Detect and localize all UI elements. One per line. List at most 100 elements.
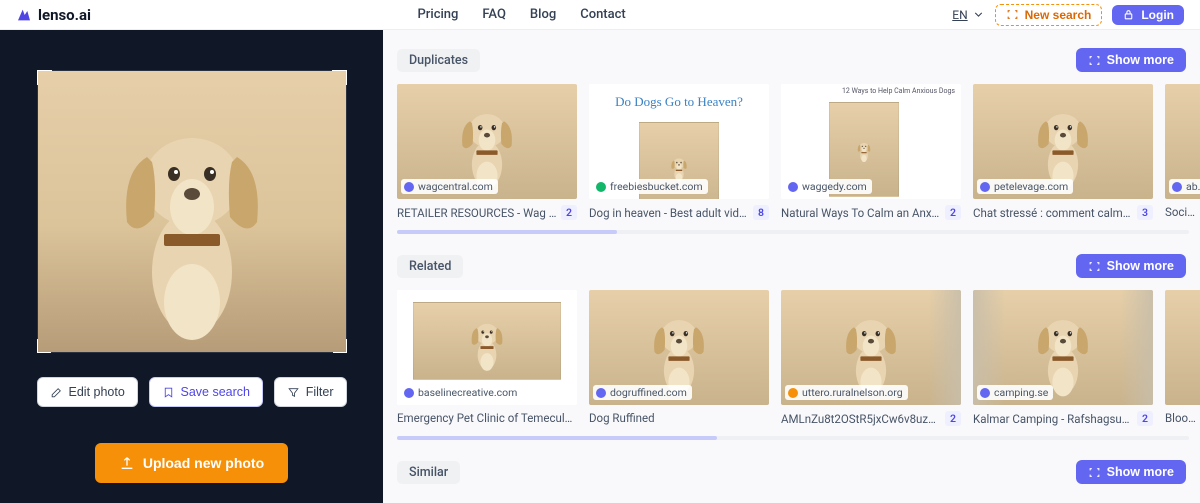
favicon-icon (788, 182, 798, 192)
thumbnail: wagcentral.com (397, 84, 577, 199)
count-badge: 2 (1137, 411, 1153, 426)
source-domain: freebiesbucket.com (593, 179, 708, 194)
result-card[interactable]: camping.se Kalmar Camping - Rafshagsudde… (973, 290, 1153, 426)
source-domain: petelevage.com (977, 179, 1073, 194)
favicon-icon (596, 182, 606, 192)
result-title: AMLnZu8t2OStR5jxCw6v8uzXHLcM9v… (781, 412, 941, 426)
section-title-similar: Similar (397, 461, 460, 484)
result-card[interactable]: ab… Soci… (1165, 84, 1200, 220)
language-label: EN (952, 8, 967, 22)
thumbnail: Do Dogs Go to Heaven? freebiesbucket.com (589, 84, 769, 199)
show-more-similar[interactable]: Show more (1076, 460, 1186, 484)
show-more-duplicates[interactable]: Show more (1076, 48, 1186, 72)
overlay-text: 12 Ways to Help Calm Anxious Dogs (842, 88, 955, 96)
edit-photo-button[interactable]: Edit photo (37, 377, 138, 407)
result-card[interactable]: Do Dogs Go to Heaven? freebiesbucket.com… (589, 84, 769, 220)
section-similar: Similar Show more (397, 460, 1200, 484)
logo[interactable]: lenso.ai (16, 6, 91, 24)
upload-new-photo-button[interactable]: Upload new photo (95, 443, 288, 483)
main-nav: Pricing FAQ Blog Contact (91, 7, 952, 22)
save-search-button[interactable]: Save search (149, 377, 263, 407)
result-title: RETAILER RESOURCES - Wag Central (397, 206, 557, 220)
nav-blog[interactable]: Blog (530, 7, 556, 22)
language-selector[interactable]: EN (952, 8, 984, 22)
result-title: Kalmar Camping - Rafshagsudden - L… (973, 412, 1133, 426)
duplicates-cards: wagcentral.com RETAILER RESOURCES - Wag … (397, 84, 1200, 220)
result-title: Chat stressé : comment calmer un ch… (973, 206, 1133, 220)
result-title: Emergency Pet Clinic of Temecula Case S… (397, 411, 577, 425)
new-search-button[interactable]: New search (995, 4, 1103, 26)
count-badge: 3 (1137, 205, 1153, 220)
scan-icon (1006, 8, 1019, 21)
brand-text: lenso.ai (38, 6, 91, 24)
count-badge: 2 (561, 205, 577, 220)
favicon-icon (980, 182, 990, 192)
section-title-related: Related (397, 255, 463, 278)
overlay-text: Do Dogs Go to Heaven? (589, 94, 769, 110)
favicon-icon (404, 182, 414, 192)
source-domain: waggedy.com (785, 179, 872, 194)
thumbnail: uttero.ruralnelson.org (781, 290, 961, 405)
nav-faq[interactable]: FAQ (482, 7, 506, 22)
edit-icon (50, 386, 63, 399)
thumbnail: camping.se (973, 290, 1153, 405)
favicon-icon (1172, 182, 1182, 192)
filter-button[interactable]: Filter (274, 377, 347, 407)
bookmark-icon (162, 386, 175, 399)
show-more-related[interactable]: Show more (1076, 254, 1186, 278)
count-badge: 2 (945, 411, 961, 426)
horizontal-scrollbar[interactable] (397, 230, 1189, 234)
expand-icon (1088, 54, 1101, 67)
favicon-icon (596, 388, 606, 398)
query-image[interactable] (37, 70, 347, 353)
expand-icon (1088, 260, 1101, 273)
login-button[interactable]: Login (1112, 5, 1184, 25)
source-domain: uttero.ruralnelson.org (785, 385, 908, 400)
result-card[interactable]: uttero.ruralnelson.org AMLnZu8t2OStR5jxC… (781, 290, 961, 426)
result-card[interactable]: baselinecreative.com Emergency Pet Clini… (397, 290, 577, 426)
filter-icon (287, 386, 300, 399)
dog-image (92, 82, 292, 342)
count-badge: 8 (753, 205, 769, 220)
source-domain: ab… (1169, 179, 1200, 194)
sidebar-actions: Edit photo Save search Filter (37, 377, 347, 407)
header-actions: EN New search Login (952, 4, 1184, 26)
header: lenso.ai Pricing FAQ Blog Contact EN New… (0, 0, 1200, 30)
source-domain: dogruffined.com (593, 385, 692, 400)
result-card[interactable]: dogruffined.com Dog Ruffined (589, 290, 769, 426)
related-cards: baselinecreative.com Emergency Pet Clini… (397, 290, 1200, 426)
thumbnail (1165, 290, 1200, 405)
thumbnail: dogruffined.com (589, 290, 769, 405)
logo-icon (16, 7, 32, 23)
login-label: Login (1141, 8, 1174, 22)
source-domain: wagcentral.com (401, 179, 498, 194)
source-domain: camping.se (977, 385, 1053, 400)
thumbnail: baselinecreative.com (397, 290, 577, 405)
result-card[interactable]: Bloo… (1165, 290, 1200, 426)
result-card[interactable]: wagcentral.com RETAILER RESOURCES - Wag … (397, 84, 577, 220)
thumbnail: 12 Ways to Help Calm Anxious Dogs wagged… (781, 84, 961, 199)
section-title-duplicates: Duplicates (397, 49, 480, 72)
result-title: Dog Ruffined (589, 411, 769, 425)
nav-pricing[interactable]: Pricing (417, 7, 458, 22)
result-title: Soci… (1165, 205, 1200, 219)
section-duplicates: Duplicates Show more wagcentral.com RETA… (397, 48, 1200, 234)
sidebar: Edit photo Save search Filter Upload new… (0, 30, 383, 503)
section-related: Related Show more baselinecreative.com E… (397, 254, 1200, 440)
source-domain: baselinecreative.com (401, 385, 522, 400)
upload-icon (119, 455, 135, 471)
nav-contact[interactable]: Contact (580, 7, 626, 22)
results-panel: Duplicates Show more wagcentral.com RETA… (383, 30, 1200, 503)
chevron-down-icon (972, 8, 985, 21)
horizontal-scrollbar[interactable] (397, 436, 1189, 440)
result-title: Natural Ways To Calm an Anxious Do… (781, 206, 941, 220)
thumbnail: petelevage.com (973, 84, 1153, 199)
favicon-icon (980, 388, 990, 398)
favicon-icon (404, 388, 414, 398)
expand-icon (1088, 466, 1101, 479)
result-card[interactable]: 12 Ways to Help Calm Anxious Dogs wagged… (781, 84, 961, 220)
count-badge: 2 (945, 205, 961, 220)
result-title: Bloo… (1165, 411, 1200, 425)
result-card[interactable]: petelevage.com Chat stressé : comment ca… (973, 84, 1153, 220)
thumbnail: ab… (1165, 84, 1200, 199)
